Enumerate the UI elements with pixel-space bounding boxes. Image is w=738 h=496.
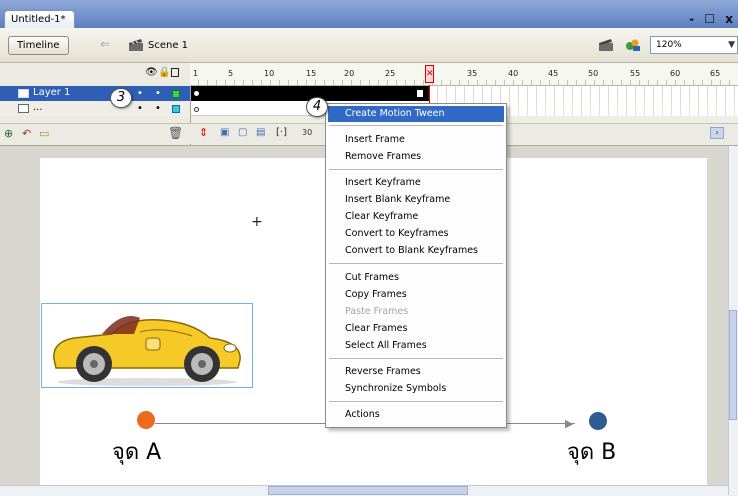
outline-color-swatch[interactable]	[172, 105, 180, 113]
visibility-dot[interactable]: •	[137, 89, 143, 99]
menu-separator	[329, 125, 503, 126]
menu-item-select-all-frames[interactable]: Select All Frames	[328, 338, 504, 354]
edit-bar: Timeline ⇐ Scene 1 120% ▼	[0, 28, 738, 63]
document-tab-bar: Untitled-1* - ☐ x	[0, 0, 738, 28]
onion-skin-outlines-icon[interactable]: ▢	[238, 127, 247, 138]
playhead[interactable]: ✕	[425, 65, 434, 83]
layer-row[interactable]: ... • •	[0, 101, 190, 116]
back-arrow-icon[interactable]: ⇐	[100, 37, 110, 51]
lock-dot[interactable]: •	[155, 104, 161, 114]
registration-crosshair-icon: +	[251, 214, 263, 230]
trash-icon[interactable]: 🗑	[168, 126, 183, 140]
layer-icon	[18, 89, 29, 98]
blank-keyframe-marker	[194, 107, 199, 112]
scene-clapper-icon	[129, 39, 143, 51]
menu-item-convert-to-blank-keyframes[interactable]: Convert to Blank Keyframes	[328, 243, 504, 259]
zoom-select[interactable]: 120% ▼	[650, 36, 738, 54]
menu-item-synchronize-symbols[interactable]: Synchronize Symbols	[328, 381, 504, 397]
add-layer-icon[interactable]: ⊕	[4, 127, 13, 140]
menu-separator	[329, 401, 503, 402]
menu-item-copy-frames[interactable]: Copy Frames	[328, 287, 504, 303]
onion-skin-icon[interactable]: ▣	[220, 127, 229, 138]
timeline-toggle-button[interactable]: Timeline	[8, 36, 69, 55]
menu-item-create-motion-tween[interactable]: Create Motion Tween	[328, 106, 504, 122]
menu-item-insert-frame[interactable]: Insert Frame	[328, 132, 504, 148]
menu-item-paste-frames: Paste Frames	[345, 306, 409, 317]
ruler-number: 15	[306, 69, 317, 78]
menu-item-actions[interactable]: Actions	[328, 407, 504, 423]
ruler-number: 40	[508, 69, 519, 78]
ruler-number: 60	[670, 69, 681, 78]
lock-icon[interactable]: 🔒	[158, 67, 170, 78]
menu-item-cut-frames[interactable]: Cut Frames	[328, 270, 504, 286]
edit-scene-icon[interactable]	[598, 38, 614, 52]
keyframe-marker	[194, 91, 199, 96]
edit-multiple-frames-icon[interactable]: ▤	[256, 127, 265, 138]
zoom-value: 120%	[656, 40, 682, 50]
layer-row[interactable]: Layer 1 • •	[0, 86, 190, 101]
frame-cells[interactable]	[429, 86, 738, 101]
window-controls[interactable]: - ☐ x	[689, 12, 736, 26]
menu-separator	[329, 263, 503, 264]
menu-item-convert-to-keyframes[interactable]: Convert to Keyframes	[328, 226, 504, 242]
ruler-number: 25	[385, 69, 396, 78]
frame-ruler[interactable]: 1 5 10 15 20 25 35 40 45 50 55 60 65	[190, 63, 738, 86]
scroll-right-icon[interactable]: ›	[710, 127, 724, 139]
car-illustration[interactable]	[42, 304, 252, 387]
eye-icon[interactable]: 👁	[145, 67, 158, 78]
horizontal-scroll-thumb[interactable]	[268, 486, 468, 495]
onion-markers-icon[interactable]: [·]	[276, 127, 287, 138]
visibility-dot[interactable]: •	[137, 104, 143, 114]
layer-icon	[18, 104, 29, 113]
arrow-right-icon: ▶	[565, 417, 574, 430]
menu-item-insert-keyframe[interactable]: Insert Keyframe	[328, 175, 504, 191]
add-guide-layer-icon[interactable]: ↶	[22, 127, 31, 140]
add-folder-icon[interactable]: ▭	[39, 127, 49, 140]
ruler-number: 50	[588, 69, 599, 78]
layer-name: ...	[33, 102, 43, 113]
scene-label[interactable]: Scene 1	[148, 40, 188, 51]
menu-item-insert-blank-keyframe[interactable]: Insert Blank Keyframe	[328, 192, 504, 208]
context-menu: Create Motion Tween Insert Frame Remove …	[325, 103, 507, 428]
end-frame-marker	[417, 90, 423, 97]
point-a-label: จุด A	[112, 440, 162, 465]
ruler-number: 55	[630, 69, 641, 78]
outline-icon[interactable]	[171, 68, 179, 77]
step-badge-3: 3	[110, 88, 132, 108]
point-a-marker	[137, 411, 155, 429]
lock-dot[interactable]: •	[155, 89, 161, 99]
menu-item-reverse-frames[interactable]: Reverse Frames	[328, 364, 504, 380]
ruler-number: 65	[710, 69, 721, 78]
edit-symbols-icon[interactable]	[624, 38, 642, 52]
ruler-number: 5	[228, 69, 234, 78]
ruler-number: 20	[344, 69, 355, 78]
frame-rate-readout: 30	[302, 128, 313, 137]
outline-color-swatch[interactable]	[172, 90, 180, 98]
chevron-down-icon[interactable]: ▼	[728, 37, 735, 53]
menu-separator	[329, 169, 503, 170]
center-frame-icon[interactable]: ⇕	[199, 126, 208, 139]
menu-item-clear-keyframe[interactable]: Clear Keyframe	[328, 209, 504, 225]
ruler-number: 10	[264, 69, 275, 78]
ruler-number: 1	[193, 69, 199, 78]
menu-separator	[329, 358, 503, 359]
point-b-marker	[589, 412, 607, 430]
menu-item-clear-frames[interactable]: Clear Frames	[328, 321, 504, 337]
layer-name: Layer 1	[33, 87, 71, 98]
step-badge-4: 4	[306, 97, 328, 117]
point-b-label: จุด B	[567, 440, 617, 465]
ruler-number: 45	[548, 69, 559, 78]
vertical-scroll-thumb[interactable]	[729, 310, 737, 420]
ruler-number: 35	[467, 69, 478, 78]
document-tab[interactable]: Untitled-1*	[4, 10, 75, 28]
menu-item-remove-frames[interactable]: Remove Frames	[328, 149, 504, 165]
